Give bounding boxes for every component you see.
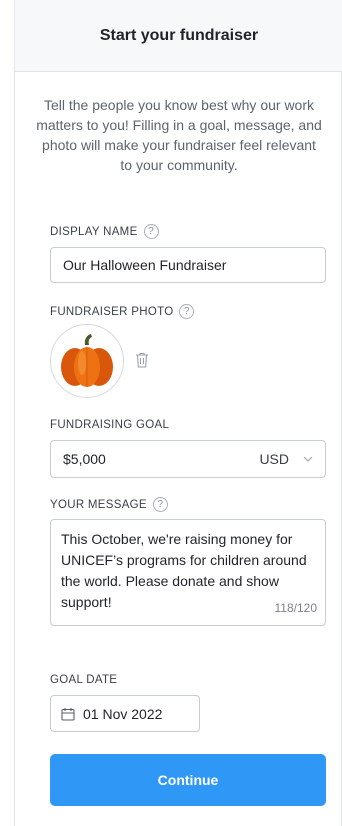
your-message-label: YOUR MESSAGE [50, 498, 147, 511]
pumpkin-icon [61, 334, 113, 387]
your-message-label-row: YOUR MESSAGE ? [50, 497, 168, 512]
fundraising-goal-label: FUNDRAISING GOAL [50, 419, 170, 431]
goal-amount-value: $5,000 [63, 451, 106, 467]
page-title: Start your fundraiser [99, 26, 259, 44]
help-icon[interactable]: ? [179, 304, 195, 319]
panel-header: Start your fundraiser [15, 0, 342, 72]
fundraising-goal-label-row: FUNDRAISING GOAL [50, 419, 169, 431]
display-name-label-row: DISPLAY NAME ? [50, 224, 159, 239]
fundraiser-panel: Start your fundraiser Tell the people yo… [14, 0, 342, 826]
fundraising-goal-input[interactable]: $5,000 USD [50, 440, 326, 478]
help-icon[interactable]: ? [152, 497, 168, 512]
chevron-down-icon [303, 456, 313, 462]
goal-date-label: GOAL DATE [50, 674, 118, 686]
display-name-value: Our Halloween Fundraiser [63, 257, 227, 273]
fundraiser-photo-label-row: FUNDRAISER PHOTO ? [50, 304, 195, 319]
goal-date-value: 01 Nov 2022 [83, 705, 163, 722]
continue-button[interactable]: Continue [50, 754, 326, 806]
message-textarea[interactable]: This October, we're raising money for UN… [50, 519, 326, 626]
goal-date-label-row: GOAL DATE [50, 674, 117, 686]
display-name-input[interactable]: Our Halloween Fundraiser [50, 247, 326, 283]
intro-text: Tell the people you know best why our wo… [36, 97, 322, 173]
help-icon[interactable]: ? [143, 224, 159, 239]
message-value: This October, we're raising money for UN… [61, 531, 307, 610]
fundraiser-photo[interactable] [50, 324, 124, 398]
character-counter: 118/120 [274, 601, 318, 615]
display-name-label: DISPLAY NAME [50, 225, 138, 238]
trash-icon[interactable] [135, 352, 149, 368]
calendar-icon [61, 707, 75, 721]
goal-date-input[interactable]: 01 Nov 2022 [50, 695, 200, 732]
currency-value: USD [259, 451, 289, 467]
fundraiser-photo-label: FUNDRAISER PHOTO [50, 305, 174, 318]
currency-select[interactable]: USD [259, 451, 313, 467]
